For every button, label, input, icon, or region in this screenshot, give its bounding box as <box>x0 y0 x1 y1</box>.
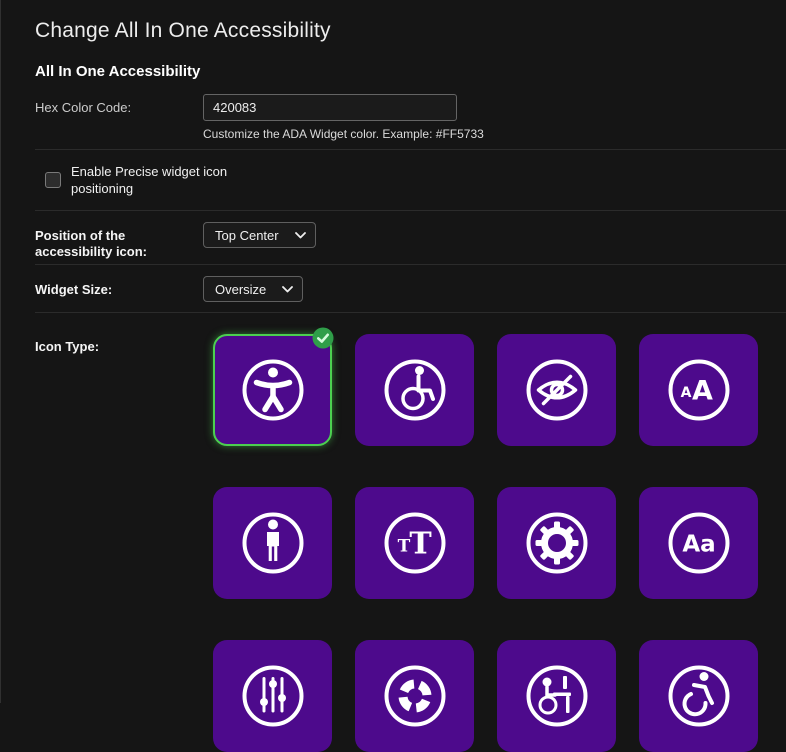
precise-positioning-checkbox[interactable] <box>45 172 61 188</box>
page-title: Change All In One Accessibility <box>35 19 331 42</box>
chevron-down-icon <box>294 231 306 238</box>
icon-type-option-text-size-TT[interactable]: T T <box>355 487 474 599</box>
icon-type-option-standing-person[interactable] <box>213 487 332 599</box>
settings-page: Change All In One Accessibility All In O… <box>0 0 786 752</box>
widget-size-row: Widget Size: Oversize <box>35 265 786 313</box>
widget-size-select[interactable]: Oversize <box>203 276 304 302</box>
svg-text:A: A <box>692 376 713 407</box>
hex-color-help-text: Customize the ADA Widget color. Example:… <box>203 127 484 141</box>
section-heading: All In One Accessibility <box>35 63 201 80</box>
standing-person-icon <box>242 512 303 574</box>
icon-type-option-workstation-person[interactable] <box>497 640 616 752</box>
icon-type-grid: A A T T Aa <box>213 327 786 752</box>
hex-color-label: Hex Color Code: <box>35 100 132 115</box>
icon-type-option-support-wheel[interactable] <box>355 640 474 752</box>
position-row: Position of the accessibility icon: Top … <box>35 211 786 265</box>
text-size-TT-icon: T T <box>384 512 445 574</box>
svg-text:Aa: Aa <box>682 532 715 558</box>
position-label: Position of the accessibility icon: <box>35 228 147 259</box>
universal-access-icon <box>242 359 303 421</box>
wheelchair-icon <box>384 359 445 421</box>
eye-slash-icon <box>526 359 587 421</box>
chevron-down-icon <box>282 285 294 292</box>
widget-size-label: Widget Size: <box>35 282 113 297</box>
precise-positioning-label: Enable Precise widget icon positioning <box>71 164 228 196</box>
icon-type-label: Icon Type: <box>35 339 100 354</box>
letters-Aa-icon: Aa <box>668 512 729 574</box>
svg-text:A: A <box>680 385 691 401</box>
widget-size-select-value: Oversize <box>215 281 267 297</box>
hex-color-row: Hex Color Code: Customize the ADA Widget… <box>35 88 786 150</box>
settings-gear-icon <box>526 512 587 574</box>
icon-type-option-wheelchair[interactable] <box>355 334 474 446</box>
icon-type-option-universal-access[interactable] <box>213 327 334 446</box>
active-wheelchair-icon <box>668 665 729 727</box>
adjust-sliders-icon <box>242 665 303 727</box>
icon-type-option-adjust-sliders[interactable] <box>213 640 332 752</box>
hex-color-input[interactable] <box>203 94 457 121</box>
icon-type-option-font-size-aA[interactable]: A A <box>639 334 758 446</box>
support-wheel-icon <box>384 665 445 727</box>
page-left-edge <box>0 0 1 703</box>
icon-type-row: Icon Type: A A T T Aa <box>35 313 786 752</box>
font-size-aA-icon: A A <box>668 359 729 421</box>
precise-positioning-row: Enable Precise widget icon positioning <box>35 150 786 211</box>
icon-type-option-eye-slash[interactable] <box>497 334 616 446</box>
icon-type-option-letters-Aa[interactable]: Aa <box>639 487 758 599</box>
position-select[interactable]: Top Center <box>203 222 316 248</box>
selected-check-badge-icon <box>312 327 334 349</box>
icon-type-option-active-wheelchair[interactable] <box>639 640 758 752</box>
workstation-person-icon <box>526 665 587 727</box>
icon-type-option-settings-gear[interactable] <box>497 487 616 599</box>
position-select-value: Top Center <box>215 227 279 243</box>
svg-text:T: T <box>409 527 432 562</box>
